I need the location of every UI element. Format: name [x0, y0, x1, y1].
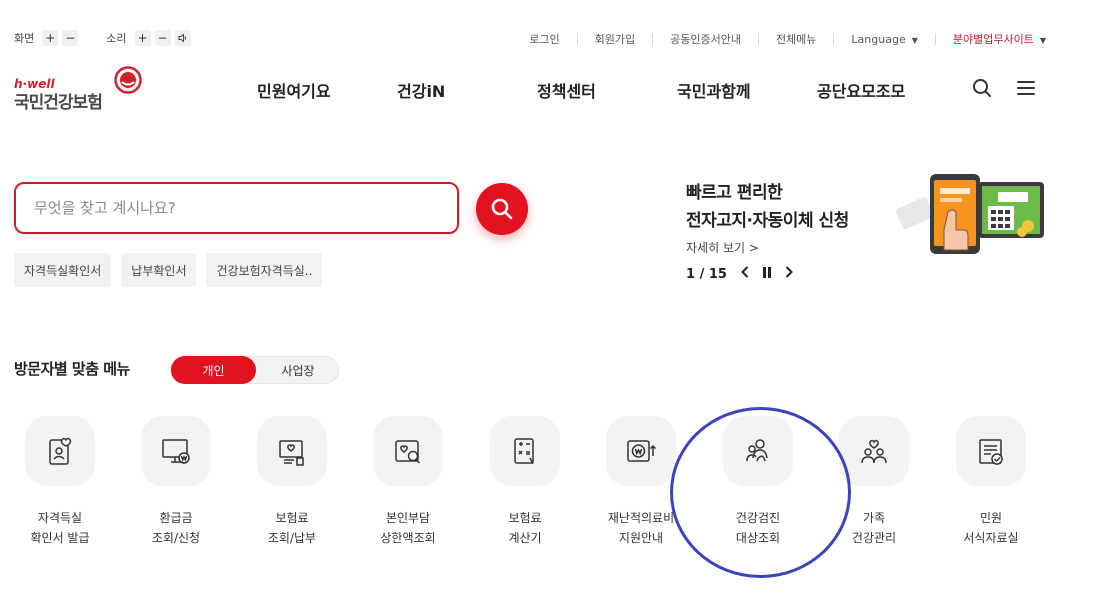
nav-with-citizens[interactable]: 국민과함께 [677, 78, 751, 102]
menu-label: 환급금 조회/신청 [151, 511, 201, 545]
screen-size-label: 화면 [14, 32, 35, 45]
hamburger-menu-icon[interactable] [1016, 78, 1036, 98]
screen-zoom-out-button[interactable]: − [62, 30, 79, 46]
sound-down-button[interactable]: − [154, 30, 171, 46]
id-card-heart-icon [49, 437, 72, 465]
banner-page-indicator: 1 / 15 [686, 266, 727, 282]
monitor-won-icon [162, 439, 190, 464]
signup-link[interactable]: 회원가입 [595, 31, 635, 47]
banner-title: 빠르고 편리한 전자고지·자동이체 신청 [686, 183, 849, 231]
document-check-icon [979, 439, 1003, 465]
menu-label: 자격득실 확인서 발급 [30, 511, 90, 545]
caret-down-icon: ▼ [1039, 36, 1046, 45]
menu-family-health-management[interactable]: 가족 건강관리 [819, 416, 929, 548]
banner-pager: 1 / 15 [686, 266, 793, 282]
language-select[interactable]: Language ▼ [851, 33, 917, 46]
menu-premium-calculator[interactable]: 보험료 계산기 [470, 416, 580, 548]
nav-health-in[interactable]: 건강iN [397, 78, 445, 102]
e-billing-illustration-icon [896, 174, 1044, 254]
chevron-right-icon[interactable] [785, 266, 793, 282]
search-icon[interactable] [972, 78, 992, 98]
nav-civil-service[interactable]: 민원여기요 [257, 78, 331, 102]
menu-label: 보험료 조회/납부 [267, 511, 317, 545]
calculator-icon [514, 438, 534, 465]
family-heart-icon [861, 439, 887, 464]
invoice-heart-icon [279, 440, 304, 466]
search-input[interactable] [34, 196, 434, 220]
menu-label: 재난적의료비 지원안내 [607, 511, 675, 545]
won-up-arrow-icon [627, 440, 657, 462]
people-group-icon [746, 439, 768, 462]
all-menu-link[interactable]: 전체메뉴 [776, 31, 816, 47]
menu-health-checkup-eligibility[interactable]: 건강검진 대상조회 [703, 416, 813, 548]
tab-business[interactable]: 사업장 [256, 357, 340, 383]
menu-forms-library[interactable]: 민원 서식자료실 [936, 416, 1046, 548]
certificate-guide-link[interactable]: 공동인증서안내 [670, 31, 741, 47]
accessibility-controls: 화면 + − 소리 + − [14, 30, 195, 46]
sound-label: 소리 [106, 32, 127, 45]
login-link[interactable]: 로그인 [529, 31, 559, 47]
menu-label: 건강검진 대상조회 [735, 511, 781, 545]
menu-out-of-pocket-limit[interactable]: 본인부담 상한액조회 [353, 416, 463, 548]
search-button[interactable] [476, 183, 528, 235]
banner-detail-link[interactable]: 자세히 보기 > [686, 239, 759, 256]
popular-search-chips: 자격득실확인서 납부확인서 건강보험자격득실.. [14, 253, 332, 287]
chip-insurance-qualification[interactable]: 건강보험자격득실.. [206, 253, 323, 287]
screen-zoom-in-button[interactable]: + [42, 30, 59, 46]
caret-down-icon: ▼ [911, 35, 918, 45]
utility-links: 로그인 회원가입 공동인증서안내 전체메뉴 Language ▼ 분야별업무사이트… [529, 31, 1046, 47]
visitor-menu-title: 방문자별 맞춤 메뉴 [14, 360, 130, 378]
chip-qualification-certificate[interactable]: 자격득실확인서 [14, 253, 112, 287]
menu-label: 본인부담 상한액조회 [380, 511, 436, 545]
affiliated-sites-select[interactable]: 분야별업무사이트 ▼ [953, 31, 1046, 47]
speaker-icon[interactable] [174, 30, 191, 46]
menu-refund[interactable]: 환급금 조회/신청 [121, 416, 231, 548]
menu-label: 보험료 계산기 [508, 511, 542, 545]
visitor-type-toggle: 개인 사업장 [170, 356, 339, 384]
menu-catastrophic-medical-support[interactable]: 재난적의료비 지원안내 [586, 416, 696, 548]
menu-label: 가족 건강관리 [851, 511, 897, 545]
chip-payment-certificate[interactable]: 납부확인서 [121, 253, 197, 287]
pause-icon[interactable] [762, 266, 771, 282]
chevron-left-icon[interactable] [741, 266, 749, 282]
main-navigation: 민원여기요 건강iN 정책센터 국민과함께 공단요모조모 [0, 78, 1094, 102]
menu-label: 민원 서식자료실 [963, 511, 1019, 545]
menu-premium-inquiry[interactable]: 보험료 조회/납부 [237, 416, 347, 548]
nav-policy-center[interactable]: 정책센터 [537, 78, 596, 102]
tab-personal[interactable]: 개인 [171, 356, 256, 384]
nav-about-nhis[interactable]: 공단요모조모 [817, 78, 905, 102]
sound-up-button[interactable]: + [134, 30, 151, 46]
search-box [14, 182, 459, 234]
magnifier-heart-icon [395, 440, 421, 464]
search-icon [491, 198, 513, 220]
menu-qualification-certificate[interactable]: 자격득실 확인서 발급 [5, 416, 115, 548]
